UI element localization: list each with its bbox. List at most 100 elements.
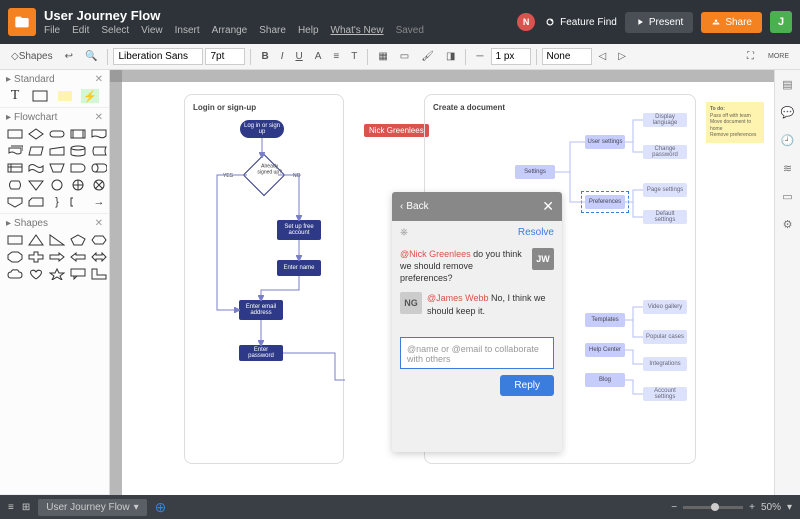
share-button[interactable]: Share: [701, 12, 762, 33]
text-tool[interactable]: T: [6, 89, 24, 103]
format-button[interactable]: T: [346, 48, 362, 65]
layers-icon[interactable]: ≋: [780, 160, 796, 176]
settings-icon[interactable]: ⚙: [780, 216, 796, 232]
node-accountsettings[interactable]: Account settings: [643, 387, 687, 401]
node-changepw[interactable]: Change password: [643, 145, 687, 159]
fc-junction[interactable]: [90, 178, 108, 192]
sh-darrow[interactable]: [90, 250, 108, 264]
arrow-end-button[interactable]: ▷: [613, 48, 631, 65]
menu-view[interactable]: View: [141, 25, 163, 36]
fc-tape[interactable]: [27, 161, 45, 175]
fc-note[interactable]: [69, 195, 87, 209]
zoom-slider[interactable]: [683, 506, 743, 509]
fc-brace[interactable]: }: [48, 195, 66, 209]
fc-display[interactable]: [6, 178, 24, 192]
sh-star[interactable]: [48, 267, 66, 281]
zoom-level[interactable]: 50%: [761, 502, 781, 513]
fc-multidoc[interactable]: [6, 144, 24, 158]
feature-find-button[interactable]: Feature Find: [543, 15, 617, 29]
group-shapes[interactable]: ▸ Shapes✕: [6, 218, 103, 229]
textcolor-button[interactable]: A: [310, 48, 327, 65]
sh-octagon[interactable]: [6, 250, 24, 264]
shape-bolt[interactable]: ⚡: [81, 89, 99, 103]
underline-button[interactable]: U: [290, 48, 307, 65]
sh-rtriangle[interactable]: [48, 233, 66, 247]
search-icon[interactable]: 🔍: [80, 48, 102, 65]
node-pagesettings[interactable]: Page settings: [643, 183, 687, 197]
fc-arrow[interactable]: →: [90, 195, 108, 209]
fc-manualop[interactable]: [48, 161, 66, 175]
sh-hexagon[interactable]: [90, 233, 108, 247]
sticky-note[interactable]: To do: Pass off with team Move document …: [706, 102, 764, 143]
reply-button[interactable]: Reply: [500, 375, 554, 396]
fullscreen-icon[interactable]: ⛶: [742, 48, 759, 65]
folder-icon[interactable]: [8, 8, 36, 36]
more-button[interactable]: MORE: [763, 50, 794, 63]
paint-button[interactable]: 🖌: [416, 48, 439, 65]
fc-offpage[interactable]: [6, 195, 24, 209]
node-email[interactable]: Enter email address: [239, 300, 283, 320]
font-select[interactable]: [113, 48, 203, 65]
undo-icon[interactable]: ↩: [60, 48, 78, 65]
sh-pentagon[interactable]: [69, 233, 87, 247]
sh-heart[interactable]: [27, 267, 45, 281]
node-decision[interactable]: Already signed up?: [247, 158, 281, 192]
node-start[interactable]: Log in or sign up: [240, 120, 284, 138]
node-usersettings[interactable]: User settings: [585, 135, 625, 149]
comments-icon[interactable]: 💬: [780, 104, 796, 120]
fc-terminator[interactable]: [48, 127, 66, 141]
close-icon[interactable]: ✕: [95, 218, 103, 229]
present-icon[interactable]: ▭: [780, 188, 796, 204]
node-helpcenter[interactable]: Help Center: [585, 343, 625, 357]
node-pw[interactable]: Enter password: [239, 345, 283, 361]
group-standard[interactable]: ▸ Standard✕: [6, 74, 103, 85]
comment-back-button[interactable]: ‹ Back: [400, 201, 429, 212]
zoom-out-button[interactable]: −: [671, 502, 677, 513]
sh-rect[interactable]: [6, 233, 24, 247]
user-avatar[interactable]: J: [770, 11, 792, 33]
group-flowchart[interactable]: ▸ Flowchart✕: [6, 112, 103, 123]
menu-insert[interactable]: Insert: [175, 25, 200, 36]
fc-connector[interactable]: [48, 178, 66, 192]
sh-larrow[interactable]: [69, 250, 87, 264]
resolve-button[interactable]: Resolve: [518, 227, 554, 238]
canvas[interactable]: Login or sign-up Log in or sign up Alrea…: [110, 70, 774, 519]
menu-whatsnew[interactable]: What's New: [331, 25, 384, 36]
node-setup[interactable]: Set up free account: [277, 220, 321, 240]
close-icon[interactable]: ✕: [95, 74, 103, 85]
list-view-icon[interactable]: ≡: [8, 502, 14, 513]
menu-arrange[interactable]: Arrange: [212, 25, 248, 36]
fc-decision[interactable]: [27, 127, 45, 141]
lineweight-select[interactable]: [491, 48, 531, 65]
node-name[interactable]: Enter name: [277, 260, 321, 276]
shape-note[interactable]: [56, 89, 74, 103]
node-integrations[interactable]: Integrations: [643, 357, 687, 371]
node-defaultsettings[interactable]: Default settings: [643, 210, 687, 224]
arrow-start-button[interactable]: ◁: [594, 48, 612, 65]
italic-button[interactable]: I: [276, 48, 289, 65]
line-button[interactable]: ─: [471, 48, 488, 65]
menu-share[interactable]: Share: [259, 25, 286, 36]
present-button[interactable]: Present: [625, 12, 693, 33]
fc-or[interactable]: [69, 178, 87, 192]
bold-button[interactable]: B: [256, 48, 273, 65]
align-button[interactable]: ≡: [328, 48, 344, 65]
sh-l[interactable]: [90, 267, 108, 281]
sh-cloud[interactable]: [6, 267, 24, 281]
fc-document[interactable]: [90, 127, 108, 141]
fill-button[interactable]: ▦: [373, 48, 392, 65]
border-button[interactable]: ▭: [395, 48, 414, 65]
history-icon[interactable]: 🕘: [780, 132, 796, 148]
fc-delay[interactable]: [69, 161, 87, 175]
node-settings[interactable]: Settings: [515, 165, 555, 179]
menu-help[interactable]: Help: [298, 25, 319, 36]
fc-direct[interactable]: [90, 161, 108, 175]
menu-edit[interactable]: Edit: [72, 25, 89, 36]
node-videogallery[interactable]: Video gallery: [643, 300, 687, 314]
fc-card[interactable]: [27, 195, 45, 209]
fc-merge[interactable]: [27, 178, 45, 192]
comment-input[interactable]: @name or @email to collaborate with othe…: [400, 337, 554, 369]
menu-file[interactable]: File: [44, 25, 60, 36]
fc-manual[interactable]: [48, 144, 66, 158]
comment-close-button[interactable]: ✕: [542, 198, 554, 215]
